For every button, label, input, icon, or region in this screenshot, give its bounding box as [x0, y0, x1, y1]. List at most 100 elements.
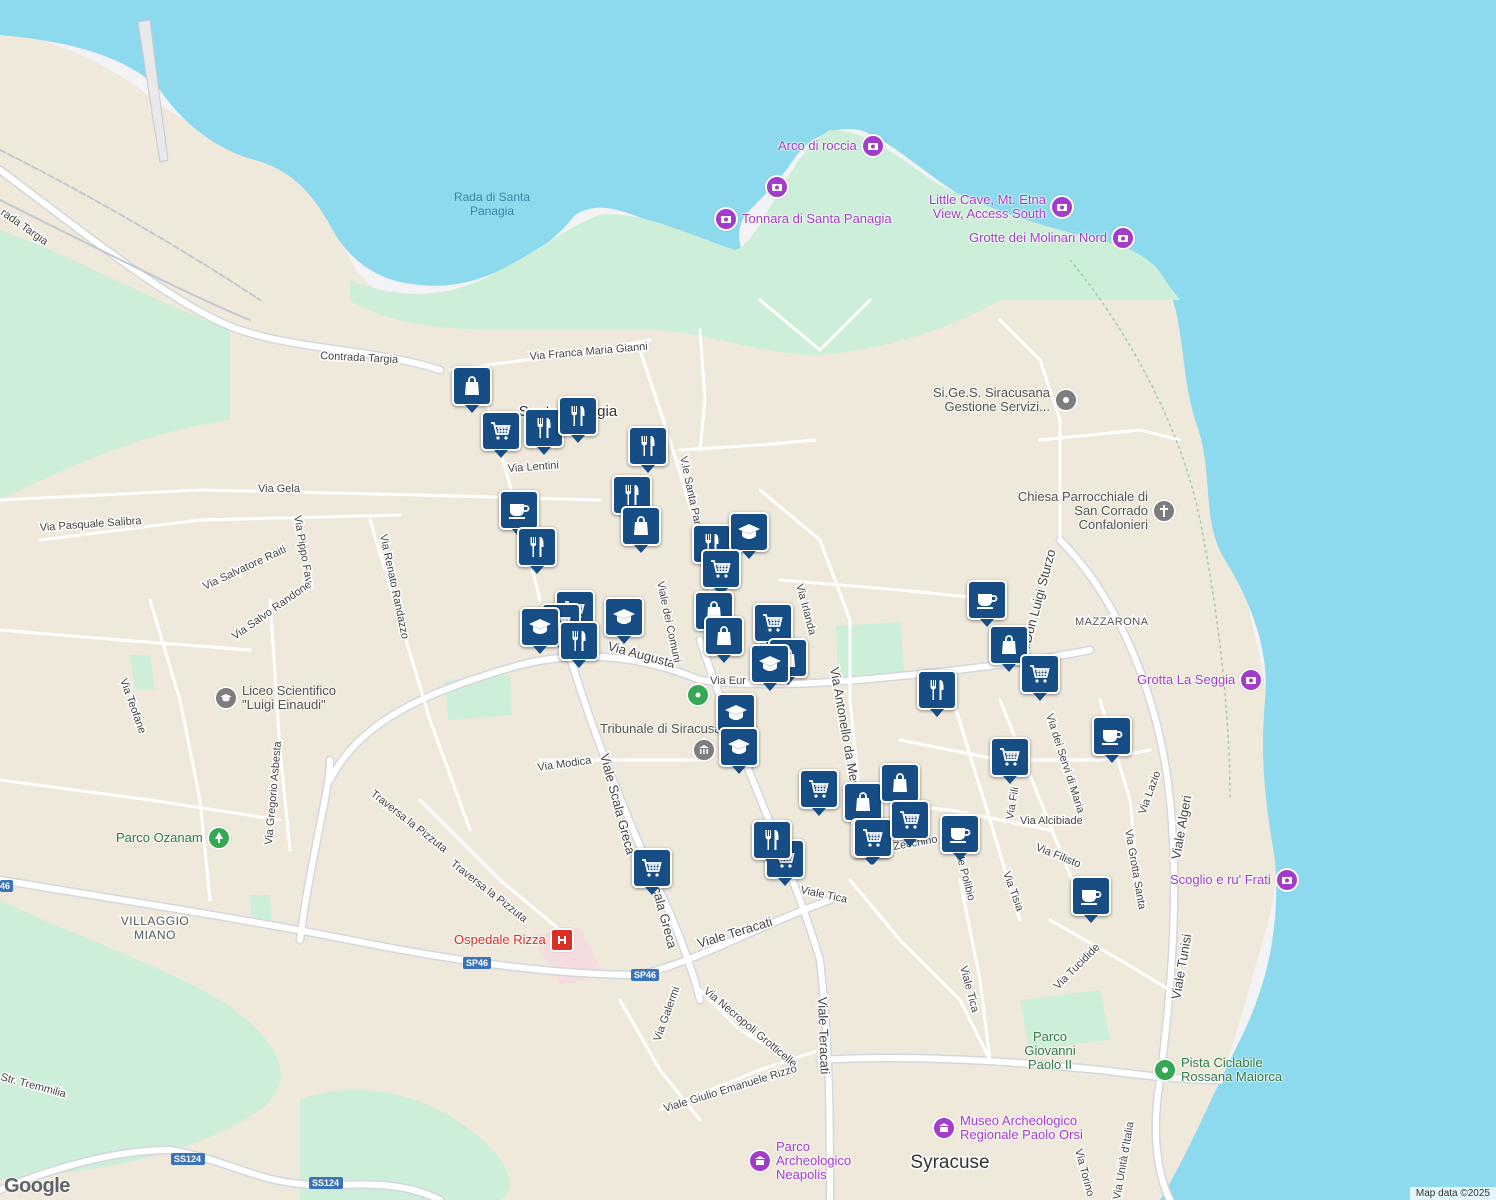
poi-neapolis[interactable]: Parco Archeologico Neapolis: [748, 1140, 886, 1182]
poi-pista[interactable]: Pista Ciclabile Rossana Maiorca: [1153, 1056, 1301, 1084]
graduation-icon: [727, 735, 751, 759]
poi-parco-ozanam[interactable]: Parco Ozanam: [116, 826, 231, 850]
map-marker[interactable]: [729, 512, 769, 559]
google-logo: Google: [4, 1175, 70, 1197]
tree-icon: [206, 826, 231, 850]
camera-icon: [1274, 868, 1299, 892]
bag-icon: [851, 790, 875, 814]
poi-liceo[interactable]: Liceo Scientifico "Luigi Einaudi": [214, 684, 362, 712]
street-label: Viale Teracati: [815, 997, 833, 1075]
map-marker[interactable]: [520, 607, 560, 654]
graduation-icon: [737, 520, 761, 544]
water-label-2: Panagia: [470, 204, 514, 218]
villaggio-label-1: VILLAGGIO: [121, 914, 190, 928]
road-shield: SS124: [174, 1154, 201, 1164]
camera-icon: [714, 207, 738, 231]
government-icon: [691, 738, 716, 762]
map-marker[interactable]: [880, 763, 920, 810]
poi-scoglio[interactable]: Scoglio e ru' Frati: [1170, 868, 1299, 892]
poi-label: Tribunale di Siracusa: [600, 721, 722, 736]
map-marker[interactable]: [1071, 876, 1111, 923]
map-marker[interactable]: [559, 621, 599, 668]
map-marker[interactable]: [890, 800, 930, 847]
cart-icon: [898, 808, 922, 832]
map-marker[interactable]: [481, 411, 521, 458]
poi-label: Grotte dei Molinari Nord: [969, 230, 1107, 245]
poi-grotta-seggia[interactable]: Grotta La Seggia: [1137, 668, 1264, 692]
map-marker[interactable]: [628, 426, 668, 473]
fork-knife-icon: [567, 629, 591, 653]
cart-icon: [807, 777, 831, 801]
hospital-icon: [549, 928, 574, 952]
business-icon: [1054, 388, 1078, 412]
poi-label: Liceo Scientifico "Luigi Einaudi": [242, 683, 336, 712]
map-marker[interactable]: [753, 603, 793, 650]
road-shield: SS124: [312, 1178, 339, 1188]
map-canvas[interactable]: Rada di Santa Panagia Syracuse Santa Pan…: [0, 0, 1496, 1200]
fork-knife-icon: [760, 828, 784, 852]
map-marker[interactable]: [604, 597, 644, 644]
poi-little-cave[interactable]: Little Cave, Mt. Etna View, Access South: [922, 193, 1074, 221]
map-marker[interactable]: [452, 366, 492, 413]
cart-icon: [489, 419, 513, 443]
map-marker[interactable]: [752, 820, 792, 867]
tree-icon: [1153, 1058, 1177, 1082]
poi-tonnara[interactable]: Tonnara di Santa Panagia: [714, 207, 892, 231]
map-marker[interactable]: [719, 727, 759, 774]
cup-icon: [507, 498, 531, 522]
map-marker[interactable]: [632, 848, 672, 895]
fork-knife-icon: [566, 404, 590, 428]
poi-ospedale[interactable]: Ospedale Rizza: [454, 928, 574, 952]
cup-icon: [975, 588, 999, 612]
poi-label: Parco Ozanam: [116, 830, 203, 845]
poi-grotte-molinari[interactable]: Grotte dei Molinari Nord: [969, 226, 1135, 250]
map-marker[interactable]: [558, 396, 598, 443]
map-marker[interactable]: [967, 580, 1007, 627]
camera-icon: [1239, 668, 1264, 692]
map-marker[interactable]: [853, 818, 893, 865]
map-marker[interactable]: [990, 737, 1030, 784]
cart-icon: [1028, 662, 1052, 686]
cart-icon: [640, 856, 664, 880]
poi-label: Chiesa Parrocchiale di San Corrado Confa…: [1017, 489, 1148, 532]
poi-museo[interactable]: Museo Archeologico Regionale Paolo Orsi: [932, 1114, 1100, 1142]
graduation-icon: [528, 615, 552, 639]
fork-knife-icon: [525, 535, 549, 559]
poi-green-dot[interactable]: [686, 683, 710, 707]
bag-icon: [460, 374, 484, 398]
poi-sigesi[interactable]: Si.Ge.S. Siracusana Gestione Servizi...: [925, 386, 1078, 414]
poi-label: Little Cave, Mt. Etna View, Access South: [928, 192, 1046, 221]
map-attribution: Map data ©2025: [1409, 1187, 1496, 1200]
map-marker[interactable]: [704, 616, 744, 663]
poi-tribunale[interactable]: Tribunale di Siracusa: [600, 722, 722, 762]
mazzarona-label: MAZZARONA: [1075, 616, 1149, 628]
poi-label: Parco Archeologico Neapolis: [776, 1139, 852, 1182]
cup-icon: [1079, 884, 1103, 908]
map-marker[interactable]: [1020, 654, 1060, 701]
fork-knife-icon: [532, 416, 556, 440]
museum-icon: [932, 1116, 956, 1140]
map-marker[interactable]: [621, 506, 661, 553]
poi-arco-di-roccia[interactable]: Arco di roccia: [778, 134, 885, 158]
poi-label: Grotta La Seggia: [1137, 672, 1236, 687]
map-marker[interactable]: [843, 782, 883, 829]
poi-label: Si.Ge.S. Siracusana Gestione Servizi...: [932, 385, 1050, 414]
poi-label: Scoglio e ru' Frati: [1170, 872, 1271, 887]
bag-icon: [712, 624, 736, 648]
map-marker[interactable]: [940, 814, 980, 861]
poi-cave[interactable]: [765, 175, 793, 199]
map-marker[interactable]: [750, 644, 790, 691]
map-marker[interactable]: [1092, 716, 1132, 763]
poi-chiesa[interactable]: Chiesa Parrocchiale di San Corrado Confa…: [1003, 490, 1176, 532]
street-label: Via Gela: [258, 483, 301, 495]
map-marker[interactable]: [517, 527, 557, 574]
cart-icon: [861, 826, 885, 850]
city-label: Syracuse: [910, 1152, 989, 1173]
map-marker[interactable]: [917, 670, 957, 717]
road-shield: SP46: [466, 958, 488, 968]
map-marker[interactable]: [701, 549, 741, 596]
poi-label: Museo Archeologico Regionale Paolo Orsi: [960, 1113, 1083, 1142]
poi-parco-giovanni: Parco Giovanni Paolo II: [1020, 1030, 1080, 1072]
map-marker[interactable]: [799, 769, 839, 816]
map-marker[interactable]: [499, 490, 539, 537]
